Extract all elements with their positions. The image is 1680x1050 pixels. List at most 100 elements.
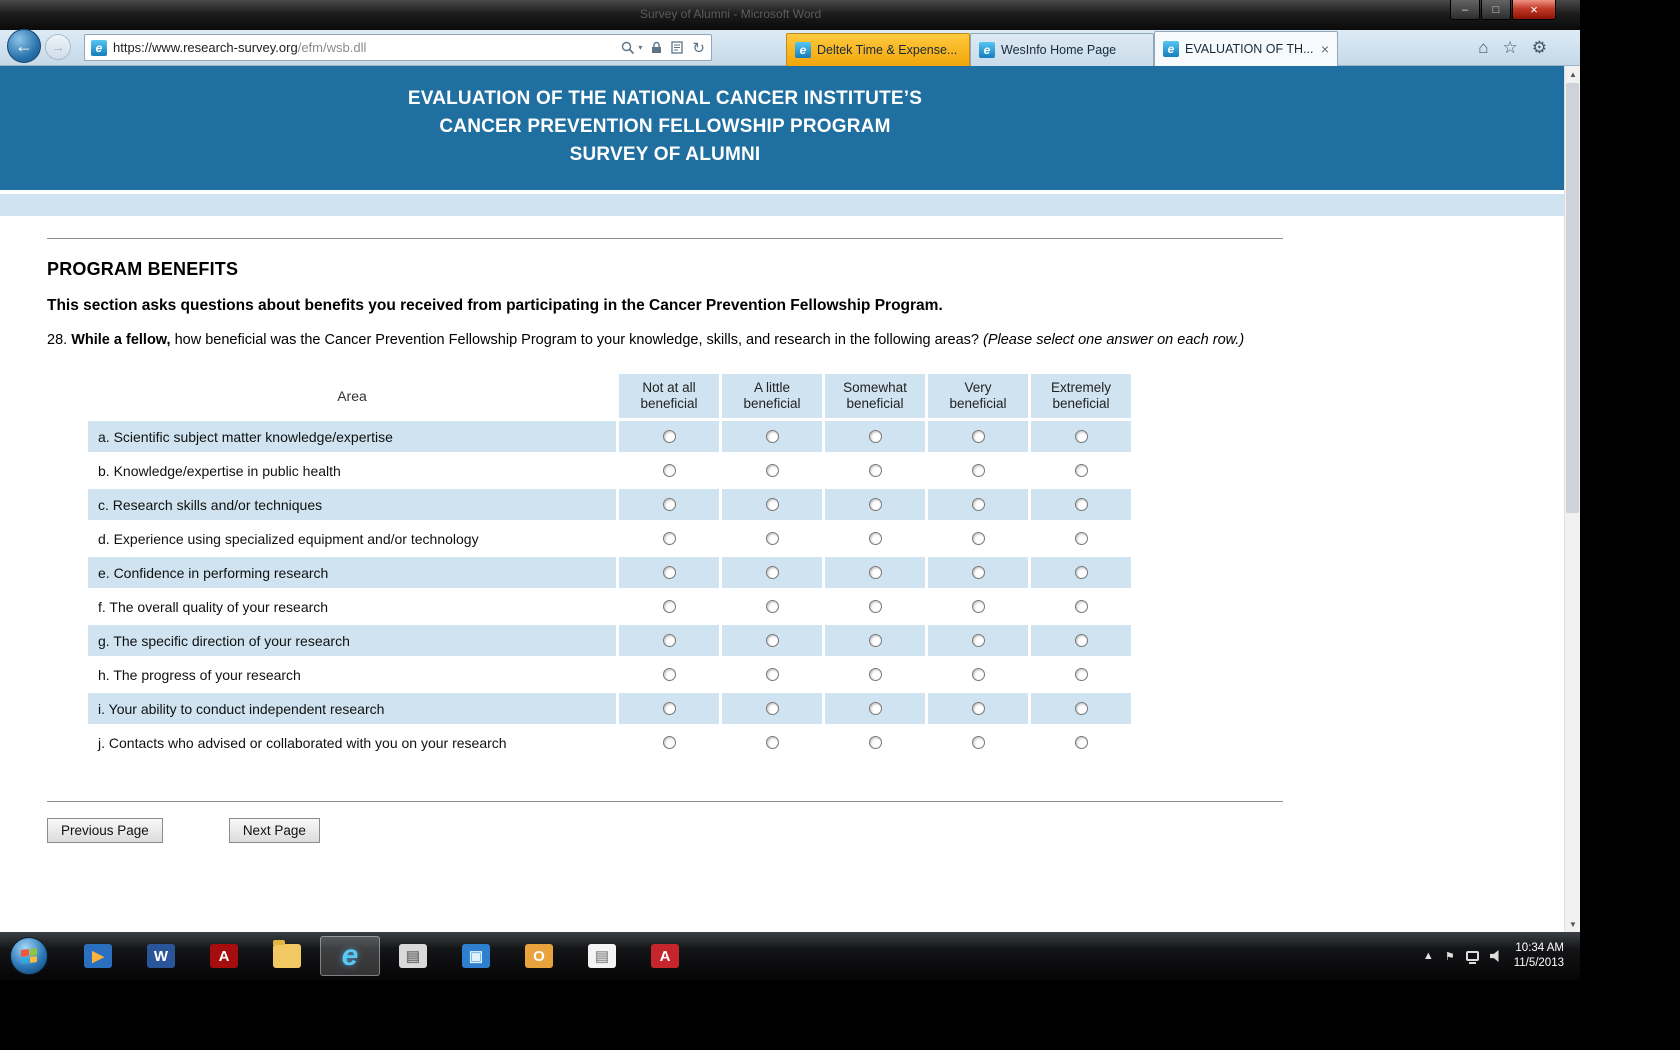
search-icon[interactable] xyxy=(621,41,635,55)
taskbar-app-adobe-reader[interactable]: A xyxy=(194,936,254,976)
hidden-icons-icon[interactable]: ▲ xyxy=(1423,950,1434,962)
search-dropdown-caret-icon[interactable]: ▾ xyxy=(638,43,642,52)
browser-tab[interactable]: eDeltek Time & Expense... xyxy=(786,33,970,66)
vertical-scrollbar[interactable]: ▲ ▼ xyxy=(1564,66,1580,932)
taskbar-app-remote-desktop[interactable]: ▣ xyxy=(446,936,506,976)
radio-option[interactable] xyxy=(663,702,676,715)
window-minimize-button[interactable]: – xyxy=(1450,0,1480,20)
previous-page-button[interactable]: Previous Page xyxy=(47,818,163,843)
radio-option[interactable] xyxy=(663,668,676,681)
radio-option[interactable] xyxy=(869,430,882,443)
radio-option[interactable] xyxy=(766,668,779,681)
address-bar[interactable]: e https://www.research-survey.org/efm/ws… xyxy=(84,34,712,61)
radio-option[interactable] xyxy=(766,464,779,477)
back-button[interactable]: ← xyxy=(7,29,41,63)
next-page-button[interactable]: Next Page xyxy=(229,818,320,843)
radio-option[interactable] xyxy=(972,634,985,647)
row-label: c. Research skills and/or techniques xyxy=(88,489,616,520)
start-button[interactable] xyxy=(10,937,48,975)
radio-option[interactable] xyxy=(663,634,676,647)
radio-option[interactable] xyxy=(972,600,985,613)
taskbar-app-outlook[interactable]: O xyxy=(509,936,569,976)
favorites-star-icon[interactable]: ☆ xyxy=(1503,38,1518,58)
window-maximize-button[interactable]: □ xyxy=(1481,0,1511,20)
radio-option[interactable] xyxy=(869,464,882,477)
radio-option[interactable] xyxy=(766,600,779,613)
scroll-up-icon[interactable]: ▲ xyxy=(1565,66,1581,82)
radio-option[interactable] xyxy=(663,736,676,749)
radio-option[interactable] xyxy=(766,634,779,647)
radio-option[interactable] xyxy=(663,430,676,443)
taskbar-clock[interactable]: 10:34 AM 11/5/2013 xyxy=(1514,941,1564,971)
radio-option[interactable] xyxy=(1075,736,1088,749)
radio-option[interactable] xyxy=(1075,566,1088,579)
radio-option[interactable] xyxy=(869,566,882,579)
volume-icon[interactable] xyxy=(1490,950,1503,963)
radio-option[interactable] xyxy=(869,668,882,681)
radio-option[interactable] xyxy=(1075,498,1088,511)
taskbar-app-acrobat[interactable]: A xyxy=(635,936,695,976)
radio-option[interactable] xyxy=(1075,430,1088,443)
radio-cell xyxy=(722,489,822,520)
network-icon[interactable] xyxy=(1466,951,1479,961)
scroll-down-icon[interactable]: ▼ xyxy=(1565,916,1581,932)
radio-option[interactable] xyxy=(869,498,882,511)
radio-option[interactable] xyxy=(869,600,882,613)
radio-option[interactable] xyxy=(663,600,676,613)
taskbar-app-word[interactable]: W xyxy=(131,936,191,976)
radio-option[interactable] xyxy=(869,702,882,715)
radio-option[interactable] xyxy=(972,702,985,715)
radio-option[interactable] xyxy=(972,464,985,477)
radio-option[interactable] xyxy=(766,566,779,579)
action-center-flag-icon[interactable]: ⚑ xyxy=(1445,950,1455,963)
radio-cell xyxy=(1031,591,1131,622)
radio-option[interactable] xyxy=(1075,464,1088,477)
radio-option[interactable] xyxy=(766,702,779,715)
scrollbar-thumb[interactable] xyxy=(1566,83,1579,513)
taskbar-app-internet-explorer[interactable]: e xyxy=(320,936,380,976)
survey-content: PROGRAM BENEFITS This section asks quest… xyxy=(0,238,1330,843)
radio-option[interactable] xyxy=(972,498,985,511)
radio-option[interactable] xyxy=(972,736,985,749)
refresh-icon[interactable]: ↻ xyxy=(692,39,705,57)
radio-option[interactable] xyxy=(766,430,779,443)
radio-option[interactable] xyxy=(869,736,882,749)
table-row: g. The specific direction of your resear… xyxy=(88,625,1131,656)
table-row: c. Research skills and/or techniques xyxy=(88,489,1131,520)
radio-option[interactable] xyxy=(1075,668,1088,681)
radio-option[interactable] xyxy=(972,668,985,681)
table-row: j. Contacts who advised or collaborated … xyxy=(88,727,1131,758)
radio-cell xyxy=(825,659,925,690)
radio-option[interactable] xyxy=(1075,634,1088,647)
radio-cell xyxy=(722,727,822,758)
radio-option[interactable] xyxy=(663,532,676,545)
radio-option[interactable] xyxy=(1075,532,1088,545)
radio-option[interactable] xyxy=(1075,702,1088,715)
radio-option[interactable] xyxy=(972,532,985,545)
radio-option[interactable] xyxy=(972,430,985,443)
taskbar-app-journal[interactable]: ▤ xyxy=(383,936,443,976)
window-close-button[interactable]: × xyxy=(1512,0,1556,20)
browser-tab[interactable]: eWesInfo Home Page xyxy=(970,33,1154,66)
settings-gear-icon[interactable]: ⚙ xyxy=(1532,38,1547,58)
compatibility-view-icon[interactable] xyxy=(671,41,683,54)
tab-favicon-icon: e xyxy=(979,42,995,58)
radio-option[interactable] xyxy=(663,566,676,579)
forward-button[interactable]: → xyxy=(45,34,71,60)
browser-tab[interactable]: eEVALUATION OF TH...× xyxy=(1154,31,1338,66)
radio-option[interactable] xyxy=(766,736,779,749)
radio-option[interactable] xyxy=(869,634,882,647)
home-icon[interactable]: ⌂ xyxy=(1478,38,1488,58)
tab-close-icon[interactable]: × xyxy=(1321,41,1329,57)
radio-option[interactable] xyxy=(1075,600,1088,613)
taskbar-app-folder[interactable] xyxy=(257,936,317,976)
taskbar-app-notepad[interactable]: ▤ xyxy=(572,936,632,976)
taskbar-app-media-player[interactable]: ▶ xyxy=(68,936,128,976)
radio-option[interactable] xyxy=(972,566,985,579)
radio-option[interactable] xyxy=(663,498,676,511)
radio-option[interactable] xyxy=(766,498,779,511)
radio-option[interactable] xyxy=(663,464,676,477)
radio-option[interactable] xyxy=(766,532,779,545)
radio-option[interactable] xyxy=(869,532,882,545)
row-label: e. Confidence in performing research xyxy=(88,557,616,588)
